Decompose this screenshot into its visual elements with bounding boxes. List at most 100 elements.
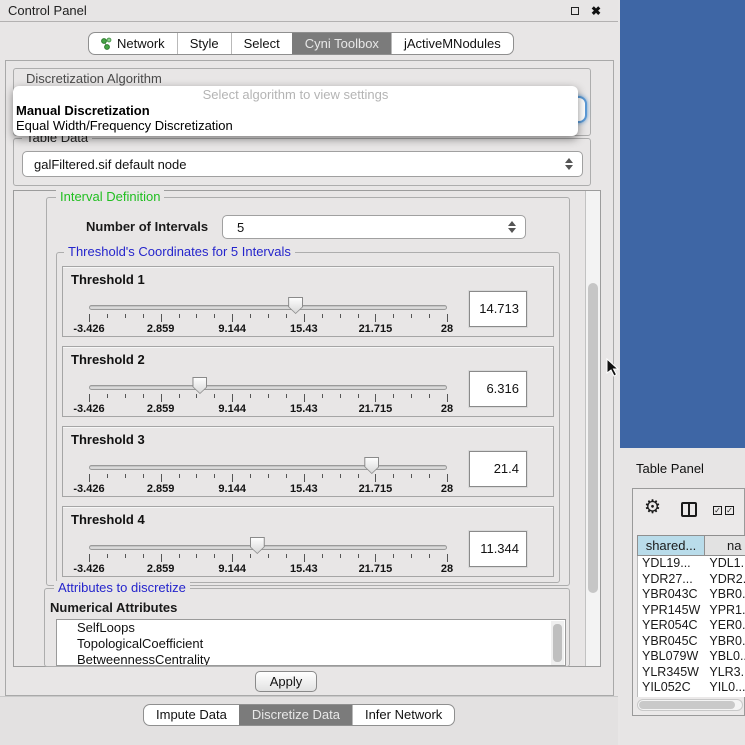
table-cell[interactable]: YPR145W xyxy=(638,603,705,619)
table-cell[interactable]: YBR0... xyxy=(705,634,745,650)
table-cell[interactable]: YLR345W xyxy=(638,665,705,681)
tick-mark xyxy=(125,474,126,478)
table-cell[interactable]: YIL0... xyxy=(705,680,745,696)
table-header-row: shared... na xyxy=(637,535,745,556)
float-window-button[interactable] xyxy=(568,4,582,18)
scrollbar-thumb[interactable] xyxy=(553,624,562,662)
attribute-items: SelfLoopsTopologicalCoefficientBetweenne… xyxy=(57,620,565,666)
threshold-label: Threshold 2 xyxy=(71,352,145,367)
slider-thumb-face xyxy=(193,378,206,393)
table-cell[interactable]: YBL0... xyxy=(705,649,745,665)
tick-mark xyxy=(89,554,90,562)
threshold-value-field[interactable]: 11.344 xyxy=(469,531,527,567)
settings-scrollbar[interactable] xyxy=(585,191,600,666)
table-cell[interactable]: YDL1... xyxy=(705,556,745,572)
dropdown-option-equal-width[interactable]: Equal Width/Frequency Discretization xyxy=(16,118,233,133)
numerical-attributes-label: Numerical Attributes xyxy=(50,600,177,615)
table-row[interactable]: YBL079WYBL0... xyxy=(638,649,745,665)
tab-network[interactable]: Network xyxy=(89,33,177,54)
table-cell[interactable]: YBL079W xyxy=(638,649,705,665)
attribute-item-betweennesscentrality[interactable]: BetweennessCentrality xyxy=(57,652,565,666)
threshold-value-field[interactable]: 14.713 xyxy=(469,291,527,327)
checkbox-icon[interactable]: ✓ xyxy=(713,506,722,515)
tick-mark xyxy=(232,554,233,562)
network-icon xyxy=(101,37,112,50)
tab-cyni-toolbox[interactable]: Cyni Toolbox xyxy=(292,33,391,54)
table-cell[interactable]: YBR043C xyxy=(638,587,705,603)
tab-infer-network[interactable]: Infer Network xyxy=(352,705,454,725)
gear-icon[interactable]: ⚙ xyxy=(644,497,661,519)
scrollbar-thumb[interactable] xyxy=(588,283,598,593)
tab-select[interactable]: Select xyxy=(231,33,292,54)
tick-mark xyxy=(214,554,215,558)
attribute-item-topologicalcoefficient[interactable]: TopologicalCoefficient xyxy=(57,636,565,652)
checkbox-icon[interactable]: ✓ xyxy=(725,506,734,515)
tick-mark xyxy=(375,314,376,322)
tick-mark xyxy=(214,314,215,318)
attribute-item-selfloops[interactable]: SelfLoops xyxy=(57,620,565,636)
slider-track[interactable] xyxy=(89,465,447,470)
table-cell[interactable]: YER0... xyxy=(705,618,745,634)
table-cell[interactable]: YIL052C xyxy=(638,680,705,696)
table-data-combobox[interactable]: galFiltered.sif default node xyxy=(22,151,583,177)
tick-mark xyxy=(107,314,108,318)
table-cell[interactable]: YDL19... xyxy=(638,556,705,572)
threshold-value-field[interactable]: 6.316 xyxy=(469,371,527,407)
table-hscrollbar[interactable] xyxy=(637,699,743,711)
slider-track[interactable] xyxy=(89,385,447,390)
tick-mark xyxy=(447,554,448,562)
slider-thumb[interactable] xyxy=(192,377,207,394)
tick-mark xyxy=(375,394,376,402)
tab-discretize-data[interactable]: Discretize Data xyxy=(239,705,352,725)
slider-track[interactable] xyxy=(89,545,447,550)
tick-mark xyxy=(375,554,376,562)
tick-mark xyxy=(286,474,287,478)
tick-label: 9.144 xyxy=(218,403,246,415)
threshold-panel: Threshold 3 21.4 -3.4262.8599.14415.4321… xyxy=(62,426,554,497)
tick-label: 15.43 xyxy=(290,563,318,575)
tick-mark xyxy=(393,554,394,558)
table-row[interactable]: YBR043CYBR0... xyxy=(638,587,745,603)
table-row[interactable]: YBR045CYBR0... xyxy=(638,634,745,650)
column-header-shared-name[interactable]: shared... xyxy=(637,535,705,556)
num-intervals-combobox[interactable]: 5 xyxy=(222,215,526,239)
close-panel-button[interactable]: ✖ xyxy=(589,4,603,18)
tick-mark xyxy=(411,314,412,318)
table-row[interactable]: YER054CYER0... xyxy=(638,618,745,634)
slider-thumb[interactable] xyxy=(364,457,379,474)
table-row[interactable]: YDR27...YDR2... xyxy=(638,572,745,588)
tick-label: -3.426 xyxy=(73,563,104,575)
tick-mark xyxy=(107,394,108,398)
table-row[interactable]: YPR145WYPR1... xyxy=(638,603,745,619)
tab-impute-data[interactable]: Impute Data xyxy=(144,705,239,725)
table-cell[interactable]: YBR045C xyxy=(638,634,705,650)
tab-style[interactable]: Style xyxy=(177,33,231,54)
tick-mark xyxy=(393,314,394,318)
table-cell[interactable]: YBR0... xyxy=(705,587,745,603)
scrollbar-thumb[interactable] xyxy=(639,701,735,709)
slider-track[interactable] xyxy=(89,305,447,310)
table-cell[interactable]: YPR1... xyxy=(705,603,745,619)
table-toolbar: ⚙ ✓ ✓ xyxy=(633,489,744,533)
table-cell[interactable]: YLR3... xyxy=(705,665,745,681)
slider-thumb-face xyxy=(289,298,302,313)
table-row[interactable]: YDL19...YDL1... xyxy=(638,556,745,572)
table-row[interactable]: YLR345WYLR3... xyxy=(638,665,745,681)
apply-button[interactable]: Apply xyxy=(255,671,317,692)
column-header-name[interactable]: na xyxy=(705,535,745,556)
table-cell[interactable]: YDR2... xyxy=(705,572,745,588)
threshold-value-field[interactable]: 21.4 xyxy=(469,451,527,487)
attributes-scrollbar[interactable] xyxy=(551,621,564,666)
table-cell[interactable]: YER054C xyxy=(638,618,705,634)
table-cell[interactable]: YDR27... xyxy=(638,572,705,588)
column-selector-icon[interactable] xyxy=(681,502,697,517)
tick-mark xyxy=(447,474,448,482)
table-data-value: galFiltered.sif default node xyxy=(34,152,186,176)
slider-thumb[interactable] xyxy=(250,537,265,554)
slider-thumb[interactable] xyxy=(288,297,303,314)
tab-jactivemnodules[interactable]: jActiveMNodules xyxy=(391,33,513,54)
tick-mark xyxy=(125,554,126,558)
tick-mark xyxy=(393,474,394,478)
table-row[interactable]: YIL052CYIL0... xyxy=(638,680,745,696)
dropdown-option-manual[interactable]: Manual Discretization xyxy=(16,103,150,118)
